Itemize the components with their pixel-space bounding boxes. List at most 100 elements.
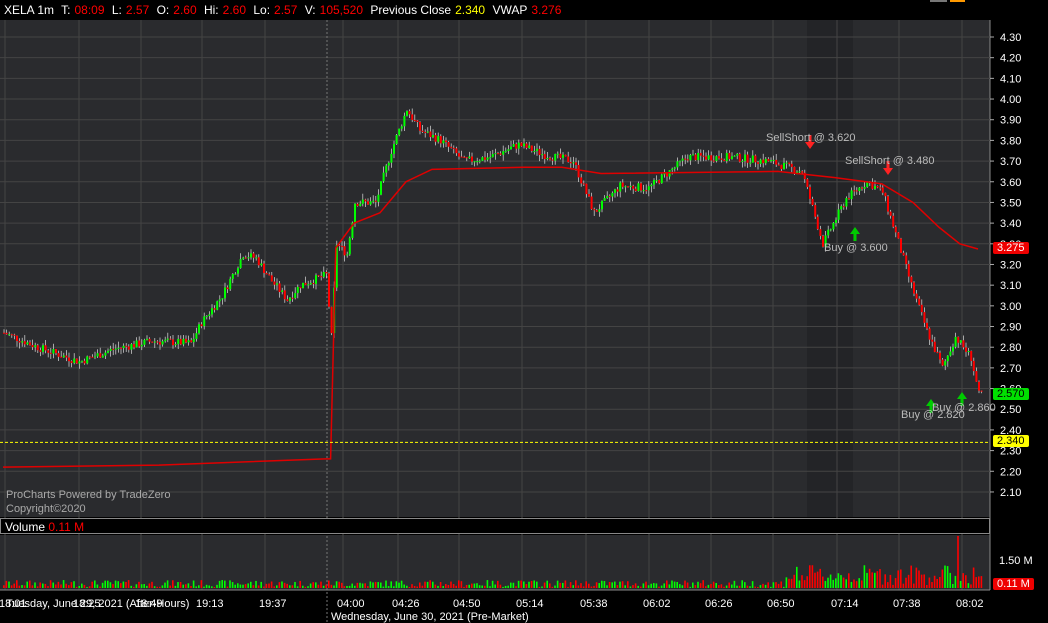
candle [933, 341, 936, 352]
candle [931, 339, 934, 342]
volume-bar [572, 585, 574, 588]
candle [954, 336, 957, 347]
volume-bar [972, 567, 975, 588]
candle [205, 315, 208, 317]
time-tick-label: 05:14 [516, 598, 544, 610]
candle [832, 222, 835, 230]
volume-bar [796, 566, 798, 588]
volume-bar [172, 580, 174, 588]
volume-bar [494, 584, 496, 588]
volume-bar [970, 584, 972, 588]
volume-bar [913, 583, 915, 588]
candle [965, 347, 967, 352]
volume-bar [270, 581, 273, 588]
candle [185, 338, 187, 343]
volume-bar [65, 583, 67, 588]
volume-bar [476, 583, 478, 588]
volume-bar [590, 586, 593, 588]
volume-bar [879, 569, 881, 588]
candle [60, 356, 63, 358]
candle [946, 355, 949, 362]
volume-bar [528, 581, 530, 588]
volume-bar [814, 572, 816, 588]
candle [637, 183, 640, 191]
candle [109, 348, 112, 351]
volume-bar [109, 582, 112, 588]
volume-bar [770, 586, 772, 588]
volume-bar [57, 581, 60, 588]
candle [741, 160, 744, 162]
candle [889, 211, 892, 216]
volume-bar [416, 586, 418, 588]
volume-bar [317, 584, 320, 588]
volume-bar [871, 572, 873, 588]
candle [967, 350, 970, 352]
candle [775, 159, 778, 165]
candle [179, 338, 182, 345]
volume-bar [874, 572, 876, 588]
volume-bar [351, 583, 353, 588]
volume-bar [705, 586, 707, 588]
trade-label-sellshort-1: SellShort @ 3.620 [766, 132, 856, 144]
candle [231, 274, 234, 279]
volume-bar [21, 585, 23, 588]
volume-bar [640, 586, 642, 588]
candle [601, 200, 603, 210]
candle [94, 356, 96, 358]
volume-bar [580, 583, 582, 588]
candle [278, 283, 281, 292]
volume-bar [702, 580, 704, 588]
candle [3, 332, 5, 334]
price-tick-label: 3.20 [1000, 259, 1021, 271]
candle [265, 272, 268, 275]
volume-bar [135, 584, 138, 588]
volume-bar [915, 567, 918, 588]
price-tick-label: 3.90 [1000, 115, 1021, 127]
volume-bar [426, 581, 429, 588]
candle [499, 153, 502, 155]
volume-bar [385, 580, 387, 588]
volume-bar [216, 584, 218, 588]
candle [452, 147, 455, 149]
candle [133, 344, 135, 348]
volume-bar [918, 570, 920, 588]
trade-label-buy-3: Buy @ 2.860 [932, 402, 996, 414]
volume-bar [86, 586, 88, 588]
time-tick-label: 05:38 [580, 598, 608, 610]
volume-bar [728, 582, 730, 588]
volume-bar [577, 585, 580, 588]
watermark-line1: ProCharts Powered by TradeZero [6, 489, 171, 501]
candle [517, 142, 520, 149]
candle [598, 209, 601, 212]
candle [941, 359, 944, 366]
volume-bar [668, 584, 671, 588]
candle [434, 135, 437, 142]
volume-bar [907, 574, 910, 588]
volume-bar [694, 585, 697, 588]
volume-bar [892, 584, 894, 588]
volume-bar [484, 585, 486, 588]
price-tick-label: 4.20 [1000, 53, 1021, 65]
volume-bar [364, 583, 366, 588]
candle [611, 192, 614, 197]
price-tick-label: 2.90 [1000, 322, 1021, 334]
candle [959, 340, 962, 343]
volume-bar [686, 582, 689, 588]
volume-bar [304, 586, 307, 588]
volume-bar [772, 582, 775, 588]
volume-bar [195, 586, 197, 588]
candle [663, 173, 666, 175]
volume-bar [824, 580, 827, 588]
volume-bar [23, 585, 26, 588]
volume-bar [260, 581, 262, 588]
volume-bar [10, 585, 13, 588]
candle [928, 328, 931, 340]
price-tick-label: 4.00 [1000, 94, 1021, 106]
candle [684, 158, 687, 160]
candle [554, 153, 557, 161]
candle [99, 353, 102, 358]
volume-bar [845, 579, 847, 588]
volume-bar [606, 585, 608, 588]
candle [382, 172, 385, 182]
volume-bar [60, 584, 62, 588]
